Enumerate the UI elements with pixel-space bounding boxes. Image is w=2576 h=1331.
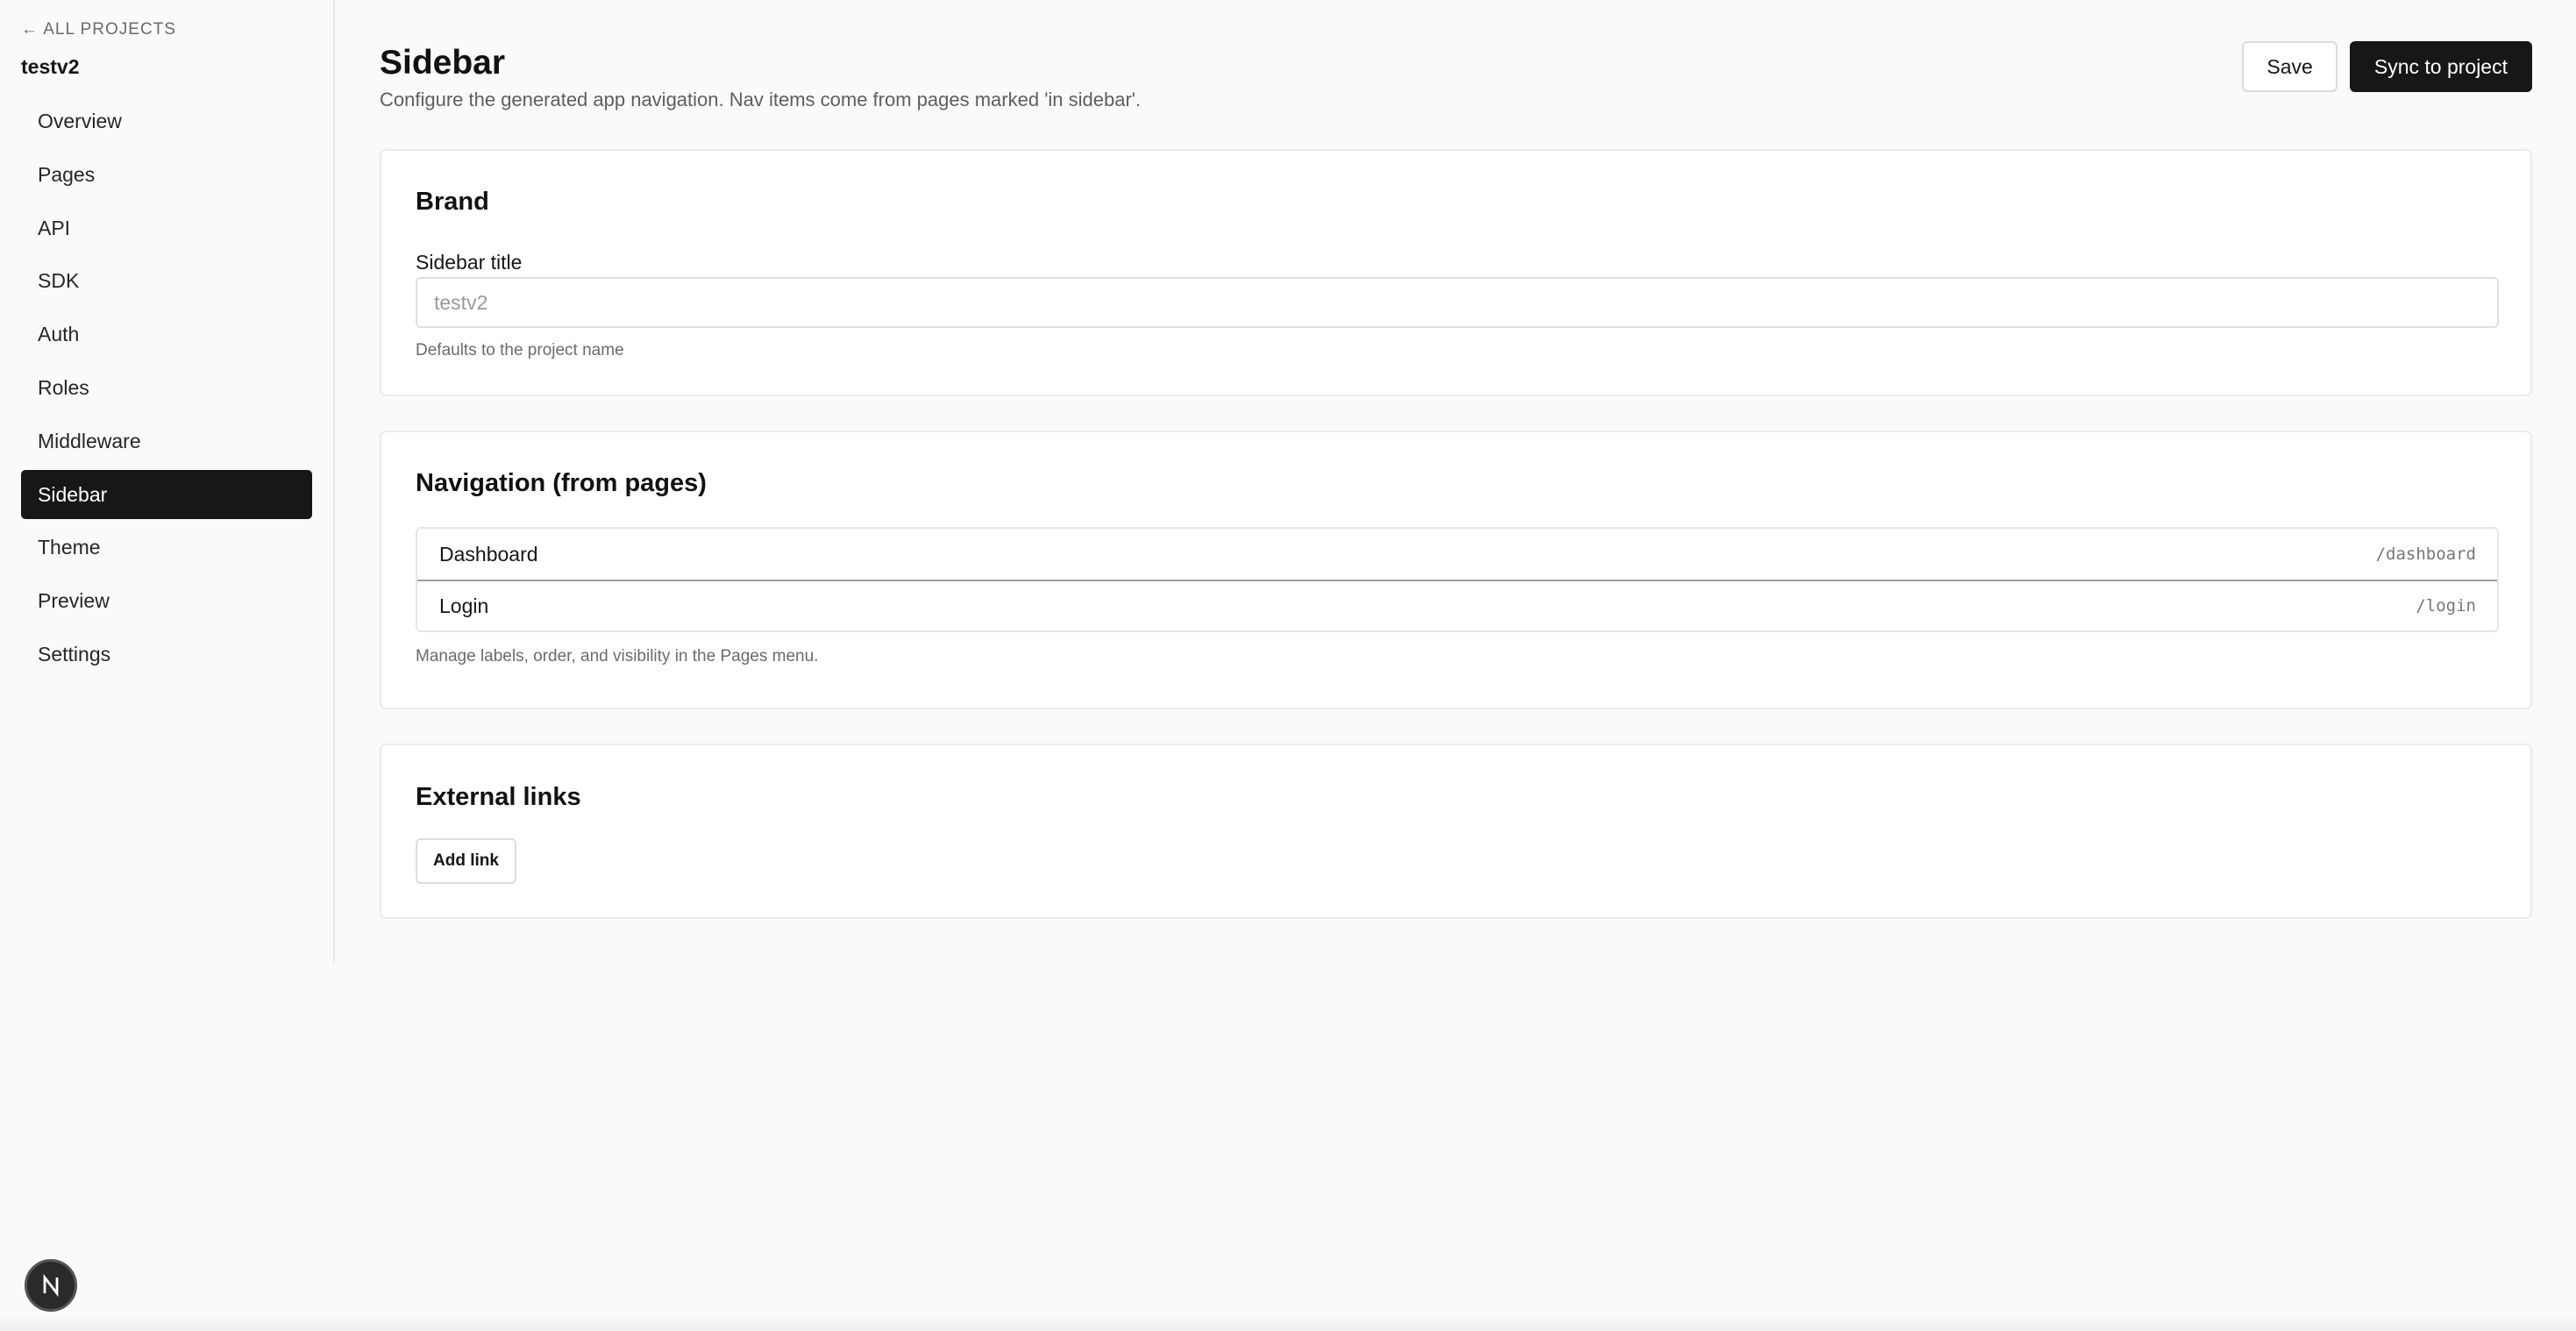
sidebar-item-settings[interactable]: Settings xyxy=(21,630,312,679)
n-glyph-icon xyxy=(43,1273,59,1298)
sidebar-item-overview[interactable]: Overview xyxy=(21,96,312,146)
navigation-card: Navigation (from pages) Dashboard /dashb… xyxy=(380,431,2532,709)
navigation-list: Dashboard /dashboard Login /login xyxy=(416,527,2499,632)
brand-card-title: Brand xyxy=(416,188,489,216)
page-header: Sidebar Configure the generated app navi… xyxy=(380,0,2532,149)
page-subtitle: Configure the generated app navigation. … xyxy=(380,89,1142,110)
navigation-row-path: /login xyxy=(2416,596,2476,616)
external-links-title: External links xyxy=(416,783,581,811)
navigation-row-label: Login xyxy=(439,594,489,617)
sidebar-item-preview[interactable]: Preview xyxy=(21,576,312,625)
sidebar-item-pages[interactable]: Pages xyxy=(21,150,312,199)
navigation-hint: Manage labels, order, and visibility in … xyxy=(416,647,819,666)
sidebar-title-hint: Defaults to the project name xyxy=(416,341,624,359)
header-actions: Save Sync to project xyxy=(2242,41,2532,92)
sidebar-nav: Overview Pages API SDK Auth Roles Middle… xyxy=(21,96,312,679)
navigation-row-dashboard[interactable]: Dashboard /dashboard xyxy=(417,529,2497,580)
sidebar-item-roles[interactable]: Roles xyxy=(21,363,312,412)
page-title: Sidebar xyxy=(380,44,506,82)
main-content: Sidebar Configure the generated app navi… xyxy=(380,0,2532,953)
sidebar: ← ALL PROJECTS testv2 Overview Pages API… xyxy=(0,0,335,963)
navigation-row-label: Dashboard xyxy=(439,542,538,566)
navigation-card-title: Navigation (from pages) xyxy=(416,469,707,497)
all-projects-link[interactable]: ← ALL PROJECTS xyxy=(21,19,312,40)
sidebar-item-theme[interactable]: Theme xyxy=(21,523,312,572)
sidebar-title-label: Sidebar title xyxy=(416,251,523,274)
project-name: testv2 xyxy=(21,55,80,78)
sidebar-item-api[interactable]: API xyxy=(21,203,312,253)
sidebar-item-sdk[interactable]: SDK xyxy=(21,256,312,305)
nextjs-logo-icon[interactable] xyxy=(25,1259,77,1312)
add-link-button[interactable]: Add link xyxy=(416,838,516,884)
sidebar-item-sidebar[interactable]: Sidebar xyxy=(21,469,312,519)
sidebar-title-input[interactable] xyxy=(416,277,2499,328)
sync-to-project-button[interactable]: Sync to project xyxy=(2349,41,2532,92)
bottom-shade xyxy=(0,1315,2576,1331)
external-links-card: External links Add link xyxy=(380,744,2532,919)
save-button[interactable]: Save xyxy=(2242,41,2338,92)
brand-card: Brand Sidebar title Defaults to the proj… xyxy=(380,149,2532,396)
sidebar-item-auth[interactable]: Auth xyxy=(21,310,312,359)
navigation-row-login[interactable]: Login /login xyxy=(417,580,2497,630)
navigation-row-path: /dashboard xyxy=(2375,544,2476,564)
sidebar-item-middleware[interactable]: Middleware xyxy=(21,416,312,466)
